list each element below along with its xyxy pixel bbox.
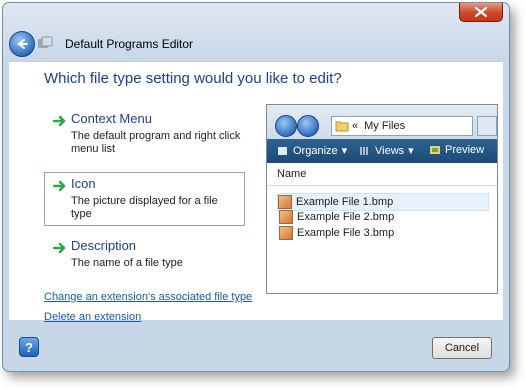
bitmap-file-icon: [279, 210, 293, 224]
cancel-button[interactable]: Cancel: [432, 337, 492, 359]
dropdown-arrow-icon: ▾: [341, 145, 348, 157]
back-button[interactable]: [9, 31, 35, 57]
views-menu: Views ▾: [359, 144, 414, 157]
button-bar: ? Cancel: [9, 321, 503, 369]
preview-label: Preview: [445, 144, 485, 156]
option-description-text: The name of a file type: [71, 257, 183, 269]
green-arrow-icon: [53, 242, 66, 254]
views-label: Views: [375, 144, 405, 157]
address-text: My Files: [364, 120, 406, 132]
views-icon: [360, 146, 368, 155]
close-icon: [475, 6, 487, 17]
column-header: Name: [267, 163, 497, 186]
app-icon: [38, 36, 53, 48]
green-arrow-icon: [53, 180, 66, 192]
title-bar: Default Programs Editor: [3, 29, 509, 59]
preview-toolbar: Organize ▾ Views ▾ Preview: [267, 139, 497, 163]
option-description[interactable]: Description The name of a file type: [44, 234, 245, 280]
dialog-window: Default Programs Editor Which file type …: [2, 2, 510, 372]
preview-forward-icon: [297, 115, 319, 137]
folder-icon: [335, 121, 349, 132]
file-row: Example File 3.bmp: [279, 225, 489, 241]
file-row: Example File 2.bmp: [279, 209, 489, 225]
green-arrow-icon: [53, 115, 66, 127]
window-title: Default Programs Editor: [65, 37, 194, 51]
file-name: Example File 3.bmp: [297, 227, 395, 239]
option-title: Description: [71, 238, 137, 253]
column-name: Name: [277, 168, 307, 180]
address-prefix: «: [352, 120, 359, 132]
option-icon[interactable]: Icon The picture displayed for a file ty…: [44, 172, 245, 226]
file-name: Example File 2.bmp: [297, 211, 395, 223]
main-panel: Which file type setting would you like t…: [9, 61, 503, 323]
file-name: Example File 1.bmp: [296, 196, 394, 208]
organize-icon: [278, 146, 287, 155]
question-heading: Which file type setting would you like t…: [44, 70, 342, 87]
preview-address-bar: « My Files: [331, 116, 473, 136]
preview-menu: Preview: [429, 144, 484, 156]
arrow-left-icon: [17, 39, 28, 49]
organize-label: Organize: [293, 144, 338, 157]
organize-menu: Organize ▾: [277, 144, 347, 157]
explorer-preview-image: « My Files Organize ▾ Views ▾ Preview Na…: [266, 104, 498, 294]
close-button[interactable]: [459, 3, 503, 22]
option-title: Context Menu: [71, 111, 152, 126]
option-description: The default program and right click menu…: [71, 130, 241, 155]
option-context-menu[interactable]: Context Menu The default program and rig…: [44, 107, 245, 157]
option-title: Icon: [71, 176, 96, 191]
preview-back-icon: [275, 115, 297, 137]
bitmap-file-icon: [278, 195, 292, 209]
preview-icon: [430, 146, 440, 154]
dropdown-arrow-icon: ▾: [408, 145, 414, 157]
help-button[interactable]: ?: [19, 337, 39, 357]
option-description: The picture displayed for a file type: [71, 195, 218, 220]
change-association-link[interactable]: Change an extension's associated file ty…: [44, 291, 252, 303]
refresh-icon: [477, 116, 497, 136]
bitmap-file-icon: [279, 226, 293, 240]
preview-navbar: « My Files: [267, 105, 497, 139]
